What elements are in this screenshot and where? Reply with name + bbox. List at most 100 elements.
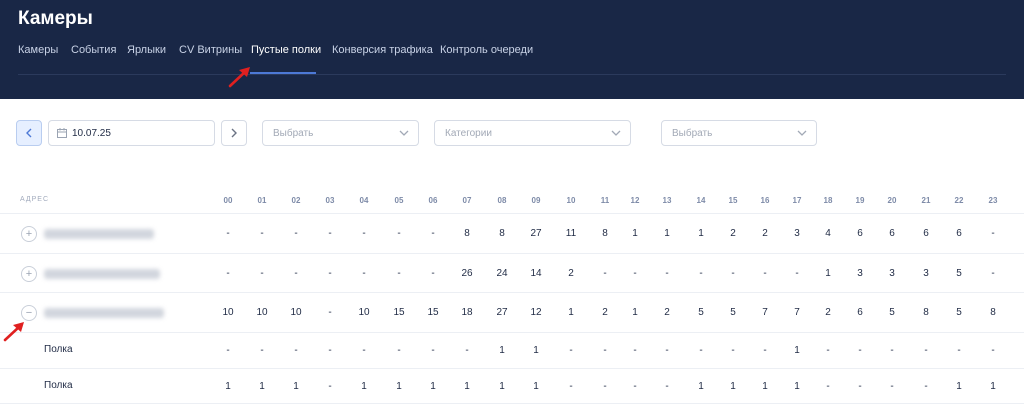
hour-cell-18: 2 <box>825 307 831 318</box>
hour-header-08: 08 <box>497 196 507 205</box>
hour-header-04: 04 <box>359 196 369 205</box>
hour-cell-05: 15 <box>393 307 405 318</box>
hour-cell-18: 1 <box>825 268 831 279</box>
hour-cell-14: - <box>699 268 703 279</box>
hour-cell-22: 6 <box>956 228 962 239</box>
hour-cell-22: - <box>957 345 961 356</box>
calendar-icon <box>57 128 67 138</box>
chevron-down-icon <box>797 130 807 136</box>
hour-header-06: 06 <box>428 196 438 205</box>
shelf-row: Полка - - - - - - - - 1 1 - - - - - - - 1 - - - - - - <box>0 333 1024 369</box>
tab-traffic-conversion[interactable]: Конверсия трафика <box>332 44 433 56</box>
hour-cell-00: 10 <box>222 307 234 318</box>
tab-empty-shelves[interactable]: Пустые полки <box>251 44 321 56</box>
hour-cell-03: - <box>328 345 332 356</box>
hour-cell-05: - <box>397 228 401 239</box>
next-date-button[interactable] <box>221 120 247 146</box>
annotation-arrow-icon <box>228 67 250 88</box>
store-address-redacted <box>44 269 160 279</box>
hour-cell-17: 1 <box>794 381 800 392</box>
hour-header-19: 19 <box>855 196 865 205</box>
hour-cell-19: 6 <box>857 307 863 318</box>
hour-cell-08: 27 <box>496 307 508 318</box>
hour-cell-21: - <box>924 345 928 356</box>
hour-cell-19: 3 <box>857 268 863 279</box>
hour-cell-05: - <box>397 345 401 356</box>
hour-cell-01: 1 <box>259 381 265 392</box>
hour-cell-19: - <box>858 381 862 392</box>
hour-cell-13: - <box>665 345 669 356</box>
tab-events[interactable]: События <box>71 44 116 56</box>
store-select-placeholder: Выбрать <box>273 127 314 139</box>
hour-cell-07: 1 <box>464 381 470 392</box>
hour-cell-15: - <box>731 345 735 356</box>
filter-bar: 10.07.25 Выбрать Категории Выбрать <box>0 120 1024 148</box>
hour-cell-23: - <box>991 228 995 239</box>
header-divider <box>18 74 1006 75</box>
hour-header-10: 10 <box>566 196 576 205</box>
hour-cell-15: 1 <box>730 381 736 392</box>
hour-cell-13: 1 <box>664 228 670 239</box>
hour-cell-11: 8 <box>602 228 608 239</box>
store-select[interactable]: Выбрать <box>262 120 419 146</box>
date-field[interactable]: 10.07.25 <box>48 120 215 146</box>
annotation-arrow-icon <box>3 322 24 342</box>
hour-cell-10: 2 <box>568 268 574 279</box>
hour-cell-04: 10 <box>358 307 370 318</box>
hour-cell-00: - <box>226 345 230 356</box>
hour-header-16: 16 <box>760 196 770 205</box>
top-header: Камеры Камеры События Ярлыки CV Витрины … <box>0 0 1024 99</box>
hour-cell-23: 1 <box>990 381 996 392</box>
hour-header-03: 03 <box>325 196 335 205</box>
hour-header-23: 23 <box>988 196 998 205</box>
hour-cell-16: - <box>763 268 767 279</box>
hour-cell-12: - <box>633 381 637 392</box>
hour-cell-10: - <box>569 345 573 356</box>
hour-cell-07: 8 <box>464 228 470 239</box>
hour-header-07: 07 <box>462 196 472 205</box>
hour-cell-02: 1 <box>293 381 299 392</box>
hour-cell-03: - <box>328 307 332 318</box>
expand-row-button[interactable]: + <box>21 226 37 242</box>
store-row: + - - - - - - - 26 24 14 2 - - - - - - - 1 3 3 3 5 - <box>0 254 1024 293</box>
shelf-select[interactable]: Выбрать <box>661 120 817 146</box>
tab-cv-showcases[interactable]: CV Витрины <box>179 44 242 56</box>
hour-cell-08: 1 <box>499 381 505 392</box>
hour-cell-09: 1 <box>533 345 539 356</box>
hour-cell-19: 6 <box>857 228 863 239</box>
hour-cell-03: - <box>328 268 332 279</box>
tab-labels[interactable]: Ярлыки <box>127 44 166 56</box>
hour-cell-17: 7 <box>794 307 800 318</box>
hour-cell-01: - <box>260 228 264 239</box>
hour-header-13: 13 <box>662 196 672 205</box>
hour-cell-01: - <box>260 345 264 356</box>
hour-cell-00: - <box>226 228 230 239</box>
hour-cell-09: 12 <box>530 307 542 318</box>
hour-header-00: 00 <box>223 196 233 205</box>
store-row: + - - - - - - -8 8 27 11 8 1 1 1 2 2 3 4 6 6 6 6- <box>0 214 1024 254</box>
hour-cell-09: 14 <box>530 268 542 279</box>
hour-cell-10: 11 <box>565 228 577 239</box>
prev-date-button[interactable] <box>16 120 42 146</box>
chevron-right-icon <box>231 128 237 138</box>
shelf-label: Полка <box>44 380 73 391</box>
hour-header-09: 09 <box>531 196 541 205</box>
tab-queue-control[interactable]: Контроль очереди <box>440 44 533 56</box>
hour-cell-02: - <box>294 345 298 356</box>
hour-cell-07: 26 <box>461 268 473 279</box>
hour-cell-14: - <box>699 345 703 356</box>
hour-cell-22: 5 <box>956 307 962 318</box>
hour-cell-05: - <box>397 268 401 279</box>
hour-cell-20: - <box>890 381 894 392</box>
hour-cell-23: 8 <box>990 307 996 318</box>
tab-cameras[interactable]: Камеры <box>18 44 58 56</box>
date-value: 10.07.25 <box>72 127 111 139</box>
hour-cell-17: 3 <box>794 228 800 239</box>
hour-cell-18: 4 <box>825 228 831 239</box>
hour-cell-12: - <box>633 345 637 356</box>
category-select[interactable]: Категории <box>434 120 631 146</box>
hour-cell-20: 5 <box>889 307 895 318</box>
hour-cell-07: - <box>465 345 469 356</box>
hour-cell-09: 1 <box>533 381 539 392</box>
expand-row-button[interactable]: + <box>21 266 37 282</box>
